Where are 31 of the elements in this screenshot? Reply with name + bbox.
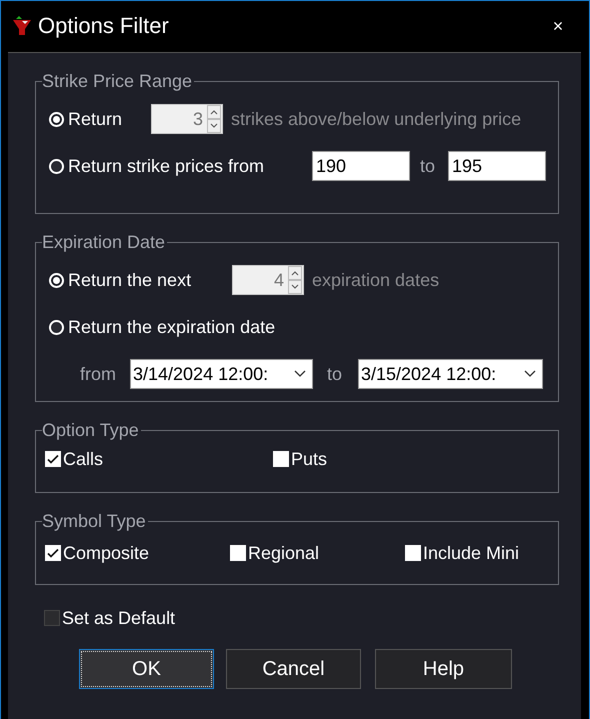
checkbox[interactable] (230, 545, 246, 561)
to-label: to (327, 364, 344, 384)
checkbox-label[interactable]: Puts (291, 448, 328, 470)
date-dropdown[interactable]: 3/15/2024 12:00: (358, 359, 543, 389)
from-price-field[interactable]: 190 (312, 151, 410, 181)
close-button[interactable]: × (538, 6, 578, 46)
spinner-suffix: strikes above/below underlying price (231, 108, 522, 130)
checkbox-label[interactable]: Calls (63, 448, 104, 470)
checkbox[interactable] (45, 545, 61, 561)
to-price-field[interactable]: 195 (448, 151, 546, 181)
checkbox-label[interactable]: Composite (63, 542, 150, 564)
radio-label[interactable]: Return strike prices from (68, 156, 312, 176)
checkbox[interactable] (273, 451, 289, 467)
dialog-button[interactable]: OK (79, 649, 214, 689)
chevron-down-icon[interactable] (524, 370, 536, 378)
to-label: to (420, 156, 436, 176)
radio-button[interactable] (49, 320, 64, 334)
from-label: from (80, 364, 117, 384)
checkbox-label[interactable]: Regional (248, 542, 320, 564)
dialog-button[interactable]: Cancel (226, 649, 361, 689)
spinner-suffix: expiration dates (312, 270, 440, 290)
chevron-down-icon[interactable] (294, 370, 306, 378)
checkbox[interactable] (405, 545, 421, 561)
app-logo-icon (11, 15, 33, 37)
checkbox[interactable] (45, 451, 61, 467)
window-title: Options Filter (38, 13, 170, 39)
checkbox-label[interactable]: Include Mini (423, 542, 520, 564)
radio-label[interactable]: Return the expiration date (68, 316, 276, 338)
date-dropdown[interactable]: 3/14/2024 12:00: (130, 359, 313, 389)
dialog-button[interactable]: Help (375, 649, 512, 689)
radio-button[interactable] (49, 158, 64, 174)
